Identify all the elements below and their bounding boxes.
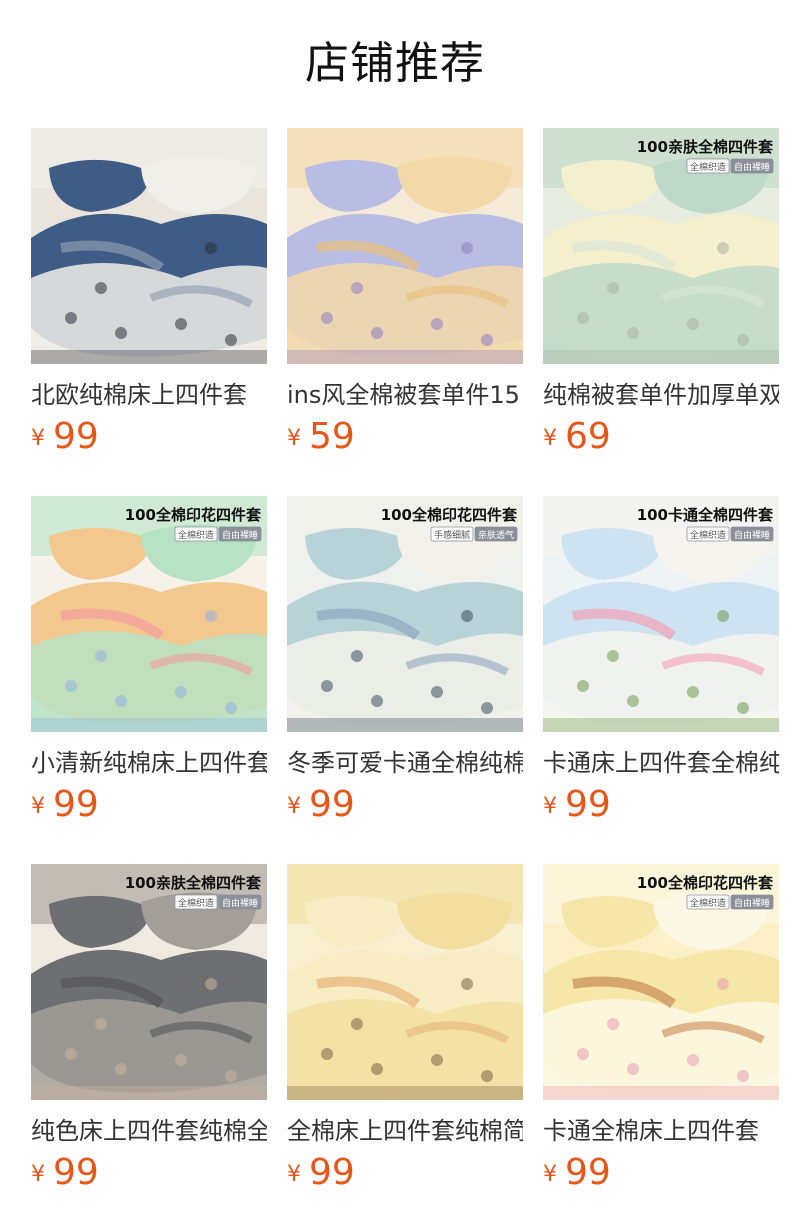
badge-tag: 自由裸睡: [218, 526, 262, 542]
svg-text:全棉织造: 全棉织造: [690, 529, 726, 541]
product-name[interactable]: 小清新纯棉床上四件套: [31, 746, 267, 780]
product-price: ¥99: [287, 1150, 355, 1196]
price-value: 99: [309, 784, 355, 825]
currency-symbol: ¥: [287, 794, 301, 819]
svg-text:自由裸睡: 自由裸睡: [222, 897, 258, 909]
badge-tag: 全棉织造: [686, 894, 730, 910]
badge-tag: 自由裸睡: [730, 158, 774, 174]
product-image[interactable]: 100亲肤全棉四件套自由裸睡 全棉织造: [31, 864, 267, 1100]
badge-tag: 全棉织造: [686, 526, 730, 542]
badge-tag: 手感细腻: [430, 526, 474, 542]
currency-symbol: ¥: [31, 1162, 45, 1187]
badge-tag: 自由裸睡: [730, 526, 774, 542]
product-name[interactable]: 全棉床上四件套纯棉简约: [287, 1114, 523, 1148]
price-value: 99: [53, 416, 99, 457]
badge-tag: 自由裸睡: [730, 894, 774, 910]
currency-symbol: ¥: [31, 426, 45, 451]
product-name[interactable]: 纯色床上四件套纯棉全: [31, 1114, 267, 1148]
badge-title: 100全棉印花四件套: [125, 506, 262, 524]
price-value: 99: [53, 1152, 99, 1193]
product-image[interactable]: 100卡通全棉四件套自由裸睡 全棉织造: [543, 496, 779, 732]
product-name[interactable]: 纯棉被套单件加厚单双: [543, 378, 779, 412]
product-card[interactable]: 100全棉印花四件套自由裸睡 全棉织造 卡通全棉床上四件套 ¥99: [543, 864, 779, 1204]
product-card[interactable]: 100全棉印花四件套自由裸睡 全棉织造 小清新纯棉床上四件套 ¥99: [31, 496, 267, 836]
bedding-photo: 100全棉印花四件套亲肤透气手感细腻: [287, 496, 523, 732]
product-price: ¥99: [287, 782, 355, 828]
svg-text:自由裸睡: 自由裸睡: [734, 161, 770, 173]
currency-symbol: ¥: [31, 794, 45, 819]
product-price: ¥99: [31, 782, 99, 828]
product-price: ¥99: [31, 414, 99, 460]
product-image[interactable]: 100亲肤全棉四件套自由裸睡 全棉织造: [543, 128, 779, 364]
product-card[interactable]: 100全棉印花四件套亲肤透气 手感细腻 冬季可爱卡通全棉纯棉 ¥99: [287, 496, 523, 836]
bedding-photo: 100亲肤全棉四件套自由裸睡全棉织造: [543, 128, 779, 364]
product-card[interactable]: 100卡通全棉四件套自由裸睡 全棉织造 卡通床上四件套全棉纯 ¥99: [543, 496, 779, 836]
badge-title: 100卡通全棉四件套: [637, 506, 774, 524]
product-name[interactable]: 冬季可爱卡通全棉纯棉: [287, 746, 523, 780]
svg-text:自由裸睡: 自由裸睡: [222, 529, 258, 541]
product-price: ¥59: [287, 414, 355, 460]
price-value: 99: [565, 784, 611, 825]
svg-text:全棉织造: 全棉织造: [690, 897, 726, 909]
page-title: 店铺推荐: [305, 38, 485, 89]
badge-tag: 全棉织造: [686, 158, 730, 174]
product-name[interactable]: 卡通全棉床上四件套: [543, 1114, 779, 1148]
bedding-photo: 100全棉印花四件套自由裸睡全棉织造: [543, 864, 779, 1100]
product-image[interactable]: 100全棉印花四件套自由裸睡 全棉织造: [31, 496, 267, 732]
badge-title: 100亲肤全棉四件套: [125, 874, 262, 892]
product-name[interactable]: ins风全棉被套单件15: [287, 378, 523, 412]
product-image[interactable]: [287, 864, 523, 1100]
product-image[interactable]: 100全棉印花四件套自由裸睡 全棉织造: [543, 864, 779, 1100]
bedding-photo: [287, 864, 523, 1100]
currency-symbol: ¥: [543, 1162, 557, 1187]
svg-text:手感细腻: 手感细腻: [434, 529, 470, 541]
product-price: ¥69: [543, 414, 611, 460]
badge-tag: 全棉织造: [174, 526, 218, 542]
product-card[interactable]: 100亲肤全棉四件套自由裸睡 全棉织造 纯色床上四件套纯棉全 ¥99: [31, 864, 267, 1204]
product-image[interactable]: [287, 128, 523, 364]
price-value: 99: [53, 784, 99, 825]
svg-text:全棉织造: 全棉织造: [690, 161, 726, 173]
price-value: 69: [565, 416, 611, 457]
svg-text:自由裸睡: 自由裸睡: [734, 897, 770, 909]
product-card[interactable]: 100亲肤全棉四件套自由裸睡 全棉织造 纯棉被套单件加厚单双 ¥69: [543, 128, 779, 468]
product-card[interactable]: ins风全棉被套单件15 ¥59: [287, 128, 523, 468]
product-card[interactable]: 北欧纯棉床上四件套 ¥99: [31, 128, 267, 468]
product-name[interactable]: 北欧纯棉床上四件套: [31, 378, 267, 412]
price-value: 99: [309, 1152, 355, 1193]
bedding-photo: [31, 128, 267, 364]
currency-symbol: ¥: [287, 426, 301, 451]
svg-text:自由裸睡: 自由裸睡: [734, 529, 770, 541]
product-image[interactable]: 100全棉印花四件套亲肤透气 手感细腻: [287, 496, 523, 732]
bedding-photo: 100亲肤全棉四件套自由裸睡全棉织造: [31, 864, 267, 1100]
badge-tag: 亲肤透气: [474, 526, 518, 542]
price-value: 99: [565, 1152, 611, 1193]
product-image[interactable]: [31, 128, 267, 364]
currency-symbol: ¥: [287, 1162, 301, 1187]
product-price: ¥99: [31, 1150, 99, 1196]
product-price: ¥99: [543, 782, 611, 828]
bedding-photo: 100卡通全棉四件套自由裸睡全棉织造: [543, 496, 779, 732]
svg-text:全棉织造: 全棉织造: [178, 897, 214, 909]
bedding-photo: [287, 128, 523, 364]
badge-tag: 自由裸睡: [218, 894, 262, 910]
product-price: ¥99: [543, 1150, 611, 1196]
bedding-photo: 100全棉印花四件套自由裸睡全棉织造: [31, 496, 267, 732]
price-value: 59: [309, 416, 355, 457]
badge-tag: 全棉织造: [174, 894, 218, 910]
svg-text:全棉织造: 全棉织造: [178, 529, 214, 541]
badge-title: 100亲肤全棉四件套: [637, 138, 774, 156]
svg-text:亲肤透气: 亲肤透气: [478, 529, 514, 541]
product-name[interactable]: 卡通床上四件套全棉纯: [543, 746, 779, 780]
currency-symbol: ¥: [543, 426, 557, 451]
product-card[interactable]: 全棉床上四件套纯棉简约 ¥99: [287, 864, 523, 1204]
currency-symbol: ¥: [543, 794, 557, 819]
badge-title: 100全棉印花四件套: [637, 874, 774, 892]
badge-title: 100全棉印花四件套: [381, 506, 518, 524]
